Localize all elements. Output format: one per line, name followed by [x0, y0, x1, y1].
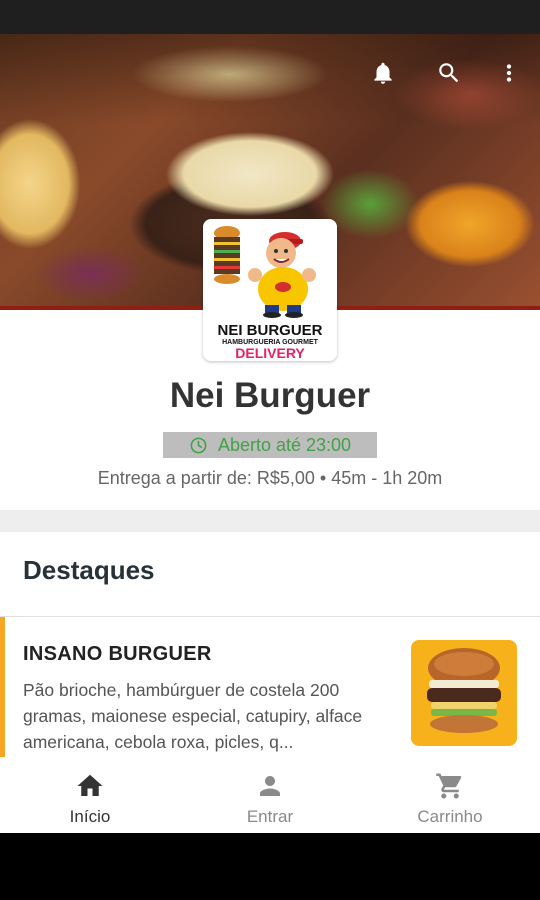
- section-divider: [0, 510, 540, 532]
- nav-cart[interactable]: Carrinho: [360, 763, 540, 833]
- system-navigation-bar: [0, 833, 540, 900]
- nav-login[interactable]: Entrar: [180, 763, 360, 833]
- product-name: INSANO BURGUER: [23, 643, 212, 665]
- status-badge: Aberto até 23:00: [163, 432, 377, 458]
- app-screen: NEI BURGUER HAMBURGUERIA GOURMET DELIVER…: [0, 34, 540, 833]
- cart-icon: [436, 773, 462, 799]
- clock-icon: [190, 437, 207, 453]
- product-description: Pão brioche, hambúrguer de costela 200 g…: [23, 680, 363, 752]
- delivery-info: Entrega a partir de: R$5,00 • 45m - 1h 2…: [97, 468, 443, 488]
- product-card[interactable]: INSANO BURGUER Pão brioche, hambúrguer d…: [0, 617, 540, 763]
- nav-home-label: Início: [69, 807, 111, 826]
- home-icon: [77, 774, 103, 796]
- nav-cart-label: Carrinho: [417, 807, 483, 826]
- logo-tagline: DELIVERY: [235, 345, 305, 361]
- store-logo: NEI BURGUER HAMBURGUERIA GOURMET DELIVER…: [203, 219, 337, 361]
- product-accent-bar: [0, 617, 5, 757]
- nav-login-label: Entrar: [246, 807, 294, 826]
- nav-home[interactable]: Início: [0, 763, 180, 833]
- person-icon: [260, 776, 280, 796]
- status-text: Aberto até 23:00: [217, 434, 352, 455]
- more-vert-icon[interactable]: [492, 56, 526, 90]
- bottom-navigation: Início Entrar Carrinho: [0, 763, 540, 833]
- search-icon[interactable]: [432, 56, 466, 90]
- store-name: Nei Burguer: [169, 376, 371, 415]
- logo-title: NEI BURGUER: [217, 322, 322, 339]
- system-status-bar: [0, 0, 540, 34]
- product-image: [411, 640, 517, 746]
- bell-icon[interactable]: [366, 56, 400, 90]
- section-title: Destaques: [23, 555, 155, 585]
